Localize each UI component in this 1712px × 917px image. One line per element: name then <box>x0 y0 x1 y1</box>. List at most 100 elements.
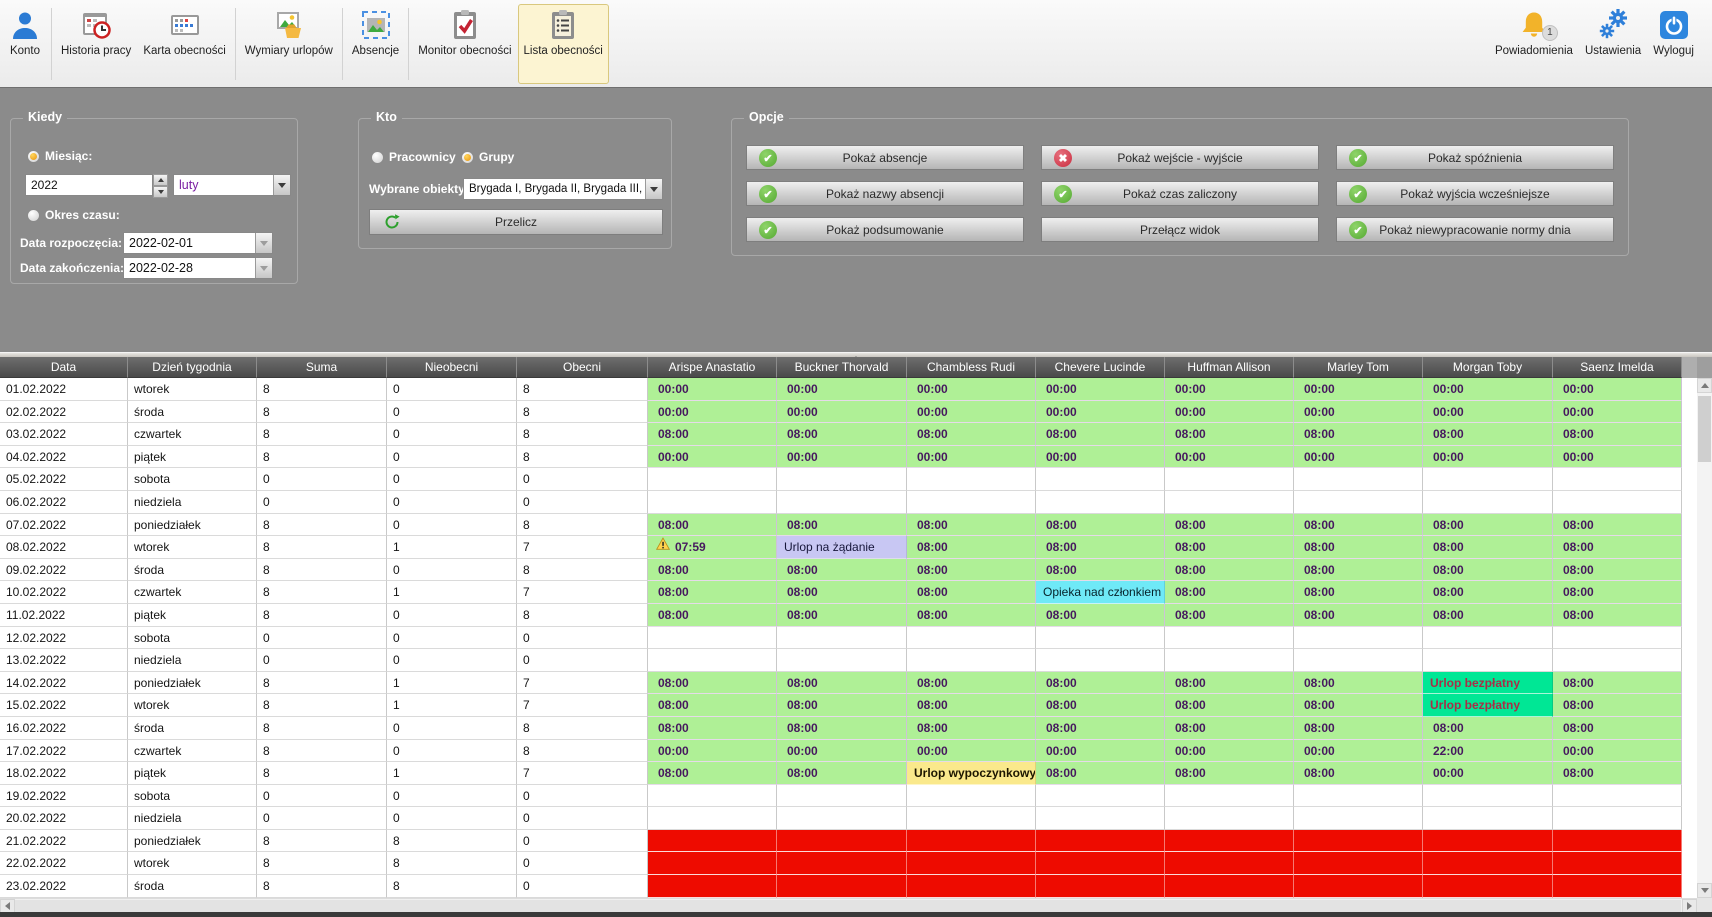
cell-employee[interactable] <box>907 468 1036 491</box>
cell-employee[interactable]: 08:00 <box>777 514 907 537</box>
cell-employee[interactable]: 08:00 <box>1036 514 1165 537</box>
column-header[interactable]: Huffman Allison <box>1165 357 1294 378</box>
cell-employee[interactable] <box>1165 807 1294 830</box>
cell-employee[interactable] <box>1036 875 1165 898</box>
cell-employee[interactable]: 00:00 <box>1036 401 1165 424</box>
cell-employee[interactable]: 08:00 <box>1036 604 1165 627</box>
cell-employee[interactable]: 08:00 <box>1036 423 1165 446</box>
cell-employee[interactable]: 08:00 <box>1165 672 1294 695</box>
cell-employee[interactable]: 00:00 <box>1294 446 1423 469</box>
option-button-3[interactable]: ✔Pokaż nazwy absencji <box>746 181 1024 206</box>
cell-obecni[interactable]: 8 <box>517 604 648 627</box>
cell-day[interactable]: wtorek <box>128 378 257 401</box>
toolbar-button-lista-obecnosci[interactable]: Lista obecności <box>518 4 609 84</box>
cell-employee[interactable] <box>777 830 907 853</box>
cell-employee[interactable] <box>907 649 1036 672</box>
cell-employee[interactable]: 00:00 <box>907 401 1036 424</box>
cell-employee[interactable] <box>777 468 907 491</box>
cell-employee[interactable]: 00:00 <box>777 446 907 469</box>
cell-employee[interactable]: 08:00 <box>907 672 1036 695</box>
cell-employee[interactable]: 08:00 <box>1423 581 1553 604</box>
cell-day[interactable]: środa <box>128 401 257 424</box>
column-header[interactable]: Nieobecni <box>387 357 517 378</box>
cell-employee[interactable]: 00:00 <box>1423 401 1553 424</box>
cell-employee[interactable]: Urlop na żądanie <box>777 536 907 559</box>
cell-day[interactable]: poniedziałek <box>128 672 257 695</box>
cell-nieobecni[interactable]: 0 <box>387 423 517 446</box>
cell-suma[interactable]: 8 <box>257 740 387 763</box>
cell-day[interactable]: czwartek <box>128 581 257 604</box>
cell-suma[interactable]: 0 <box>257 468 387 491</box>
cell-employee[interactable]: 08:00 <box>1294 423 1423 446</box>
cell-employee[interactable]: 08:00 <box>907 604 1036 627</box>
cell-employee[interactable]: Opieka nad członkiem <box>1036 581 1165 604</box>
vertical-scrollbar[interactable] <box>1697 378 1712 898</box>
cell-employee[interactable] <box>907 807 1036 830</box>
cell-employee[interactable]: 08:00 <box>1294 762 1423 785</box>
cell-day[interactable]: wtorek <box>128 694 257 717</box>
toolbar-button-powiadomienia[interactable]: 1Powiadomienia <box>1489 4 1579 84</box>
cell-nieobecni[interactable]: 1 <box>387 762 517 785</box>
cell-nieobecni[interactable]: 0 <box>387 446 517 469</box>
cell-employee[interactable]: 08:00 <box>1036 762 1165 785</box>
cell-employee[interactable]: 08:00 <box>1553 514 1682 537</box>
cell-employee[interactable]: 00:00 <box>1423 762 1553 785</box>
cell-employee[interactable]: 08:00 <box>1294 536 1423 559</box>
cell-employee[interactable] <box>1553 807 1682 830</box>
period-radio[interactable] <box>27 209 40 222</box>
spinner-up-icon[interactable] <box>153 174 168 186</box>
chevron-down-icon[interactable] <box>255 258 272 278</box>
cell-date[interactable]: 20.02.2022 <box>0 807 128 830</box>
cell-employee[interactable]: 08:00 <box>1294 581 1423 604</box>
cell-employee[interactable]: 08:00 <box>777 717 907 740</box>
cell-obecni[interactable]: 0 <box>517 830 648 853</box>
cell-employee[interactable]: 00:00 <box>1036 446 1165 469</box>
cell-obecni[interactable]: 8 <box>517 559 648 582</box>
cell-employee[interactable]: Urlop bezpłatny <box>1423 694 1553 717</box>
cell-employee[interactable] <box>1036 807 1165 830</box>
cell-date[interactable]: 13.02.2022 <box>0 649 128 672</box>
cell-employee[interactable] <box>1553 830 1682 853</box>
cell-employee[interactable]: 22:00 <box>1423 740 1553 763</box>
toolbar-button-wyloguj[interactable]: Wyloguj <box>1647 4 1700 84</box>
cell-employee[interactable]: 00:00 <box>777 740 907 763</box>
cell-employee[interactable]: 08:00 <box>1423 717 1553 740</box>
cell-employee[interactable] <box>648 491 777 514</box>
cell-suma[interactable]: 8 <box>257 514 387 537</box>
column-header[interactable]: Obecni <box>517 357 648 378</box>
column-header[interactable]: Marley Tom <box>1294 357 1423 378</box>
cell-date[interactable]: 22.02.2022 <box>0 852 128 875</box>
cell-employee[interactable]: 08:00 <box>907 536 1036 559</box>
cell-employee[interactable]: 00:00 <box>648 740 777 763</box>
cell-employee[interactable]: 08:00 <box>1165 717 1294 740</box>
cell-employee[interactable]: 08:00 <box>777 672 907 695</box>
cell-employee[interactable]: 00:00 <box>777 401 907 424</box>
column-header[interactable]: Arispe Anastatio <box>648 357 777 378</box>
cell-employee[interactable]: 08:00 <box>648 717 777 740</box>
cell-employee[interactable] <box>777 785 907 808</box>
start-date-input[interactable]: 2022-02-01 <box>123 232 273 254</box>
cell-employee[interactable] <box>648 649 777 672</box>
cell-employee[interactable] <box>1423 491 1553 514</box>
cell-employee[interactable]: 08:00 <box>1553 762 1682 785</box>
cell-employee[interactable]: 08:00 <box>777 604 907 627</box>
option-button-2[interactable]: ✔Pokaż spóźnienia <box>1336 145 1614 170</box>
cell-nieobecni[interactable]: 0 <box>387 649 517 672</box>
cell-employee[interactable]: 08:00 <box>1294 604 1423 627</box>
cell-employee[interactable]: Urlop bezpłatny <box>1423 672 1553 695</box>
cell-employee[interactable] <box>1036 785 1165 808</box>
cell-nieobecni[interactable]: 1 <box>387 672 517 695</box>
cell-employee[interactable]: 08:00 <box>1294 559 1423 582</box>
cell-nieobecni[interactable]: 0 <box>387 604 517 627</box>
cell-employee[interactable] <box>648 830 777 853</box>
cell-employee[interactable]: 08:00 <box>1165 694 1294 717</box>
cell-employee[interactable]: 08:00 <box>648 423 777 446</box>
cell-obecni[interactable]: 0 <box>517 491 648 514</box>
cell-employee[interactable]: 08:00 <box>1553 604 1682 627</box>
cell-suma[interactable]: 8 <box>257 762 387 785</box>
cell-nieobecni[interactable]: 1 <box>387 536 517 559</box>
cell-employee[interactable]: 08:00 <box>1553 559 1682 582</box>
cell-nieobecni[interactable]: 0 <box>387 491 517 514</box>
scroll-left-icon[interactable] <box>0 899 15 913</box>
column-header[interactable]: Suma <box>257 357 387 378</box>
